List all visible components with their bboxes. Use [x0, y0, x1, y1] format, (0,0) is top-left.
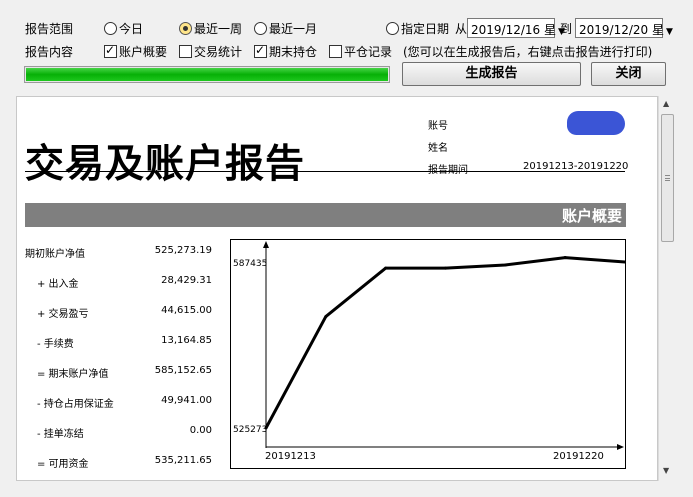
specify-date-label: 指定日期	[401, 22, 450, 36]
stat-label: 期初账户净值	[25, 249, 85, 260]
x-axis-arrow-icon	[617, 444, 624, 450]
report-view[interactable]: 交易及账户报告 账号 姓名 报告期间 20191213-20191220 账户概…	[16, 96, 658, 481]
checkbox-end-positions-label: 期末持仓	[269, 45, 318, 59]
stat-label: - 挂单冻结	[37, 429, 84, 440]
close-button[interactable]: 关闭	[591, 62, 666, 86]
progress-fill	[26, 68, 388, 81]
to-date-picker[interactable]: 2019/12/20 星 ▼	[575, 18, 673, 38]
stat-value: 13,164.85	[161, 335, 212, 346]
redaction-mark	[567, 111, 625, 135]
account-label: 账号	[428, 121, 448, 132]
data-point	[563, 256, 567, 260]
equity-chart: 587435 525273 20191213 20191220	[230, 239, 627, 469]
checkbox-trade-stats-box[interactable]	[179, 45, 192, 58]
y-tick-label: 587435	[233, 259, 267, 269]
grip-icon	[665, 175, 670, 181]
print-hint: (您可以在生成报告后，右键点击报告进行打印)	[403, 45, 653, 59]
scroll-up-icon[interactable]: ▲	[663, 99, 669, 108]
stat-value: 535,211.65	[154, 455, 212, 466]
progress-bar	[24, 66, 390, 83]
stat-label: = 期末账户净值	[37, 369, 109, 380]
data-point	[503, 263, 507, 267]
section-title: 账户概要	[561, 207, 622, 225]
range-label: 报告范围	[25, 22, 74, 36]
radio-last-month-circle[interactable]	[254, 22, 267, 35]
name-label: 姓名	[428, 143, 448, 154]
data-point	[444, 266, 447, 270]
checkbox-end-positions[interactable]: 期末持仓	[254, 43, 317, 60]
stat-value: 44,615.00	[161, 305, 212, 316]
checkbox-trade-stats-label: 交易统计	[194, 45, 243, 59]
section-bar: 账户概要	[25, 203, 626, 227]
radio-last-week[interactable]: 最近一周	[179, 20, 242, 37]
checkbox-trade-stats[interactable]: 交易统计	[179, 43, 242, 60]
stat-value: 0.00	[189, 425, 212, 436]
checkbox-account-summary-label: 账户概要	[119, 45, 168, 59]
content-label: 报告内容	[25, 45, 74, 59]
equity-chart-svg: 587435 525273 20191213 20191220	[233, 241, 627, 462]
period-label: 报告期间	[428, 165, 468, 176]
stat-label: + 出入金	[37, 279, 79, 290]
data-point	[384, 266, 388, 270]
radio-today[interactable]: 今日	[104, 20, 143, 37]
from-label: 从	[455, 22, 468, 36]
data-point	[324, 315, 328, 319]
radio-last-week-circle[interactable]	[179, 22, 192, 35]
stat-label: + 交易盈亏	[37, 309, 89, 320]
scroll-down-icon[interactable]: ▼	[663, 466, 669, 475]
x-tick-label: 20191220	[553, 451, 604, 462]
toolbar: 报告范围 今日 最近一周 最近一月 指定日期 从 2019/12/16 星 ▼ 到…	[0, 0, 693, 92]
stat-label: - 手续费	[37, 339, 74, 350]
chevron-down-icon[interactable]: ▼	[666, 27, 673, 37]
checkbox-account-summary-box[interactable]	[104, 43, 117, 58]
radio-specify-date-circle[interactable]	[386, 22, 399, 35]
vertical-scrollbar[interactable]: ▲ ▼	[658, 96, 676, 481]
to-date-value: 2019/12/20 星	[579, 23, 664, 37]
radio-last-month-label: 最近一月	[269, 22, 318, 36]
stat-label: - 持仓占用保证金	[37, 399, 114, 410]
radio-specify-date[interactable]: 指定日期	[386, 20, 449, 37]
radio-today-label: 今日	[119, 22, 144, 36]
y-tick-label: 525273	[233, 425, 267, 435]
radio-last-week-label: 最近一周	[194, 22, 243, 36]
scroll-thumb[interactable]	[661, 114, 674, 242]
stat-value: 585,152.65	[154, 365, 212, 376]
equity-line	[264, 256, 626, 429]
checkbox-end-positions-box[interactable]	[254, 43, 267, 58]
checkbox-account-summary[interactable]: 账户概要	[104, 43, 167, 60]
radio-today-circle[interactable]	[104, 22, 117, 35]
checkbox-close-records-label: 平仓记录	[344, 45, 393, 59]
report-title: 交易及账户报告	[25, 142, 306, 187]
from-date-picker[interactable]: 2019/12/16 星 ▼	[467, 18, 565, 38]
stat-label: = 可用资金	[37, 459, 89, 470]
x-tick-label: 20191213	[265, 451, 316, 462]
data-point	[264, 426, 268, 430]
radio-last-month[interactable]: 最近一月	[254, 20, 317, 37]
from-date-value: 2019/12/16 星	[471, 23, 556, 37]
to-label: 到	[560, 22, 573, 36]
checkbox-close-records[interactable]: 平仓记录	[329, 43, 392, 60]
y-axis-arrow-icon	[263, 241, 269, 248]
stat-value: 525,273.19	[154, 245, 212, 256]
stat-value: 28,429.31	[161, 275, 212, 286]
generate-report-button[interactable]: 生成报告	[402, 62, 581, 86]
stat-value: 49,941.00	[161, 395, 212, 406]
period-value: 20191213-20191220	[523, 161, 629, 172]
checkbox-close-records-box[interactable]	[329, 45, 342, 58]
